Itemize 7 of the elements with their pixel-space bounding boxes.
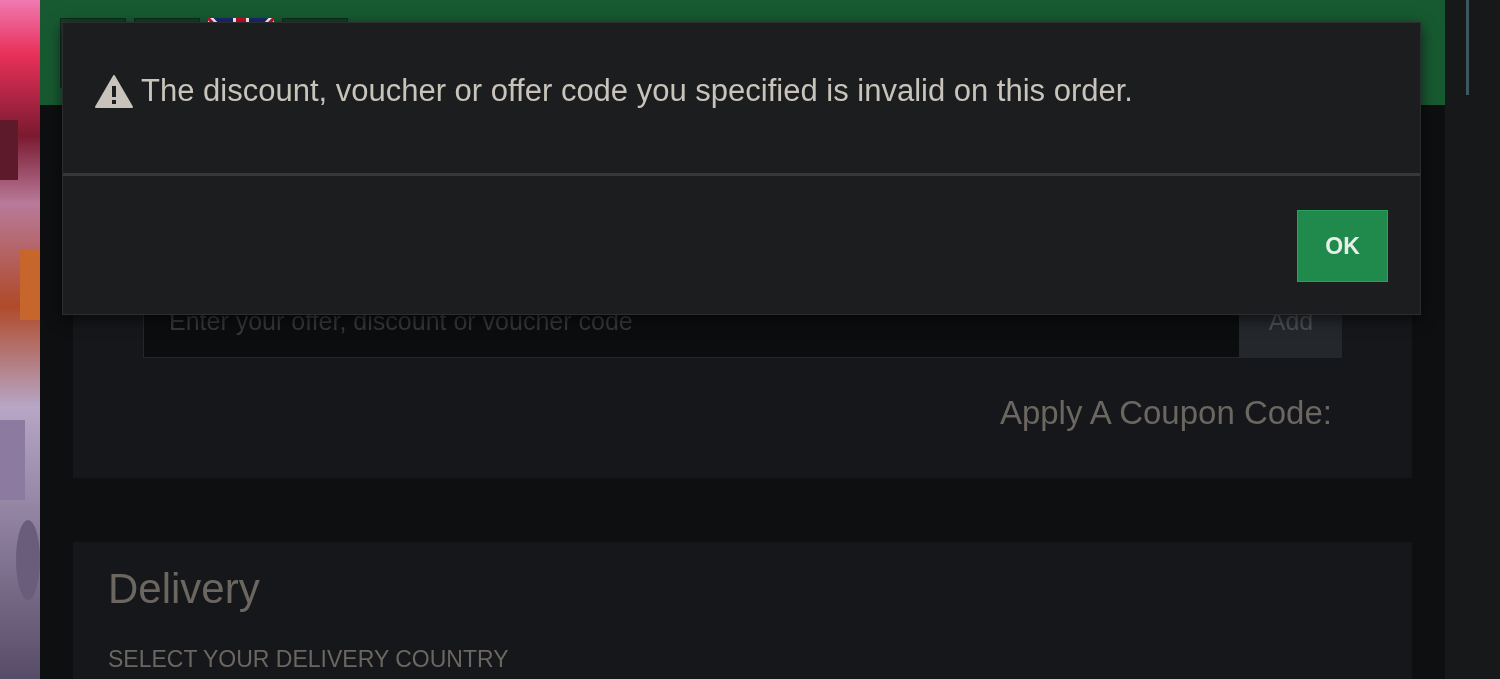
coupon-label: Apply A Coupon Code:	[998, 393, 1333, 433]
scrollbar[interactable]	[1466, 0, 1469, 95]
warning-icon	[95, 75, 133, 108]
delivery-title: Delivery	[108, 563, 261, 614]
ok-button[interactable]: OK	[1297, 210, 1388, 282]
alert-message: The discount, voucher or offer code you specified is invalid on this order.	[141, 75, 1133, 106]
delivery-subtitle: SELECT YOUR DELIVERY COUNTRY	[108, 644, 510, 674]
